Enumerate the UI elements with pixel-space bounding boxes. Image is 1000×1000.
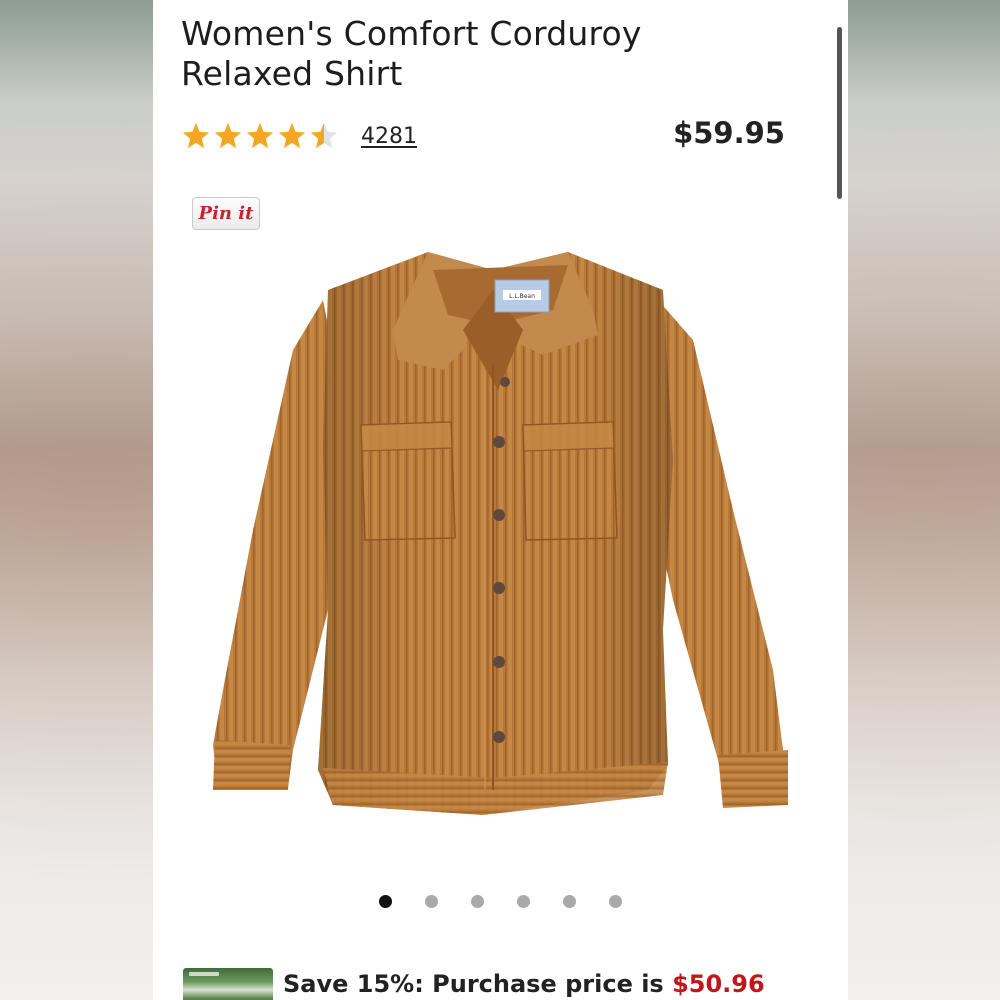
star-icon	[310, 122, 338, 149]
svg-text:L.L.Bean: L.L.Bean	[509, 293, 535, 300]
star-icon	[214, 122, 242, 149]
promo-text: Save 15%: Purchase price is $50.96	[283, 968, 765, 1000]
product-title: Women's Comfort Corduroy Relaxed Shirt	[181, 14, 642, 93]
carousel-dot[interactable]	[563, 895, 576, 908]
rating-row: 4281	[181, 118, 417, 154]
product-page: Women's Comfort Corduroy Relaxed Shirt 4…	[153, 0, 848, 1000]
shirt-graphic: L.L.Bean	[213, 252, 788, 815]
product-image[interactable]: L.L.Bean	[193, 230, 813, 830]
carousel-dot[interactable]	[517, 895, 530, 908]
star-icon	[278, 122, 306, 149]
credit-card-thumbnail	[183, 968, 273, 1000]
star-rating[interactable]	[181, 121, 339, 151]
review-count-link[interactable]: 4281	[361, 124, 417, 149]
promo-label: Save 15%: Purchase price is	[283, 970, 673, 998]
promo-price: $50.96	[672, 970, 765, 998]
promo-banner[interactable]: Save 15%: Purchase price is $50.96	[183, 968, 765, 1000]
carousel-dot[interactable]	[425, 895, 438, 908]
star-icon	[246, 122, 274, 149]
product-price: $59.95	[673, 116, 785, 150]
carousel-dot[interactable]	[609, 895, 622, 908]
scrollbar[interactable]	[837, 27, 842, 199]
star-icon	[182, 122, 210, 149]
carousel-dot[interactable]	[379, 895, 392, 908]
pinterest-pin-button[interactable]: Pin it	[192, 197, 260, 230]
image-carousel-dots	[153, 895, 848, 908]
carousel-dot[interactable]	[471, 895, 484, 908]
